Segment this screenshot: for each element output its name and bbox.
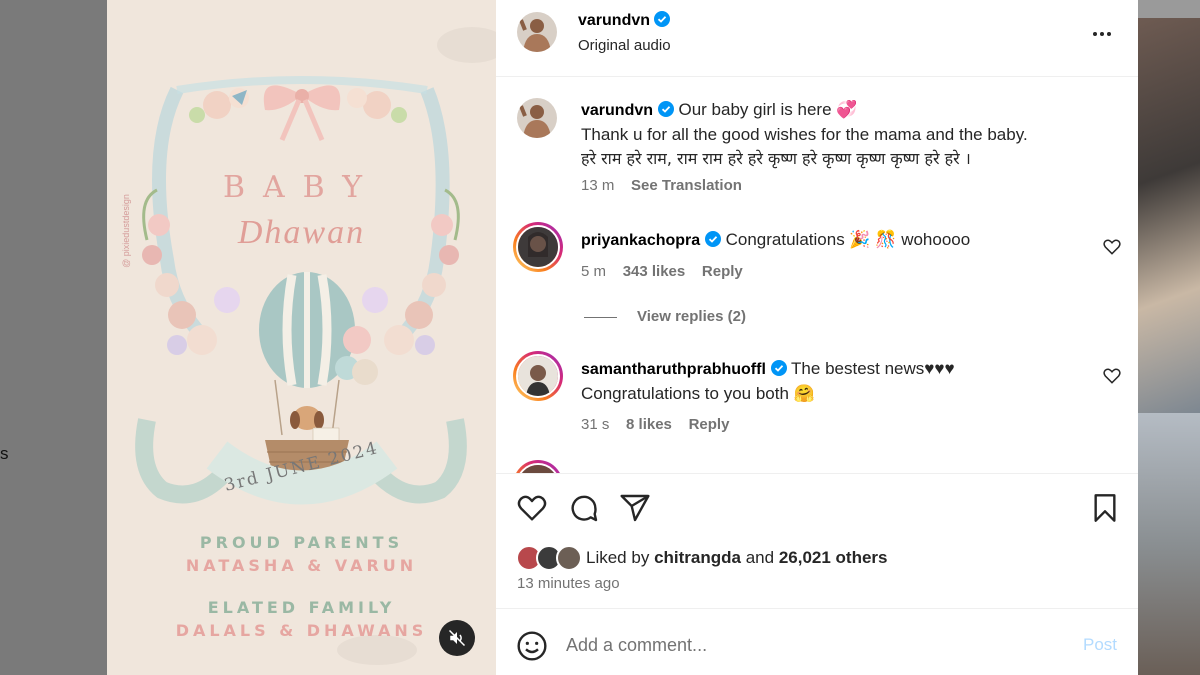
liked-by-prefix: Liked by <box>586 548 650 567</box>
reply-button[interactable]: Reply <box>702 263 743 280</box>
post-image[interactable]: BABY Dhawan @ pixiedustdesign 3rd JUNE 2… <box>107 0 496 675</box>
comment-likes[interactable]: 8 likes <box>626 416 672 433</box>
like-heart-icon[interactable] <box>516 492 548 524</box>
like-comment-heart-icon[interactable] <box>1102 366 1122 386</box>
liked-by-conjunction: and <box>745 548 775 567</box>
avatar[interactable] <box>517 98 557 138</box>
comment-time: 31 s <box>581 416 610 433</box>
caption-meta: 13 m See Translation <box>581 177 742 194</box>
post-detail-panel: varundvn Original audio varundvn Our bab… <box>496 0 1138 675</box>
commenter-avatar[interactable] <box>513 351 563 401</box>
like-comment-heart-icon[interactable] <box>1102 237 1122 257</box>
likes-count-link[interactable]: 26,021 others <box>779 548 888 567</box>
comment-meta: 5 m 343 likes Reply <box>581 263 743 280</box>
header-username-row[interactable]: varundvn <box>578 11 671 30</box>
comment-text: The bestest news♥♥♥ <box>791 359 955 378</box>
verified-badge-icon <box>657 101 674 117</box>
muted-speaker-icon <box>448 629 466 647</box>
save-bookmark-icon[interactable] <box>1089 492 1121 524</box>
post-caption: varundvn Our baby girl is here 💞 Thank u… <box>581 98 1121 171</box>
comment-text: Congratulations 🎉 🎊 wohoooo <box>725 230 971 249</box>
reply-button[interactable]: Reply <box>689 416 730 433</box>
liked-by-avatars[interactable] <box>516 545 582 571</box>
post-actions: Liked by chitrangda and 26,021 others 13… <box>496 473 1138 608</box>
comment-bubble-icon[interactable] <box>568 492 600 524</box>
more-options-icon[interactable] <box>1090 22 1114 46</box>
post-header: varundvn Original audio <box>496 0 1138 77</box>
view-replies-label[interactable]: View replies (2) <box>637 308 746 325</box>
divider <box>584 316 617 318</box>
original-audio-link[interactable]: Original audio <box>578 37 671 54</box>
caption-username[interactable]: varundvn <box>581 102 653 119</box>
comment-input[interactable] <box>566 631 1066 659</box>
comments-list[interactable]: varundvn Our baby girl is here 💞 Thank u… <box>496 77 1138 473</box>
surname-heading: Dhawan <box>237 214 366 251</box>
share-paper-plane-icon[interactable] <box>619 492 651 524</box>
avatar <box>556 545 582 571</box>
verified-badge-icon <box>654 11 671 27</box>
post-comment-button[interactable]: Post <box>1083 635 1117 655</box>
designer-handle: @ pixiedustdesign <box>120 194 131 268</box>
family-names: DALALS & DHAWANS <box>175 621 428 640</box>
emoji-smiley-icon[interactable] <box>516 630 548 662</box>
commenter-avatar[interactable] <box>513 222 563 272</box>
avatar[interactable] <box>517 12 557 52</box>
backdrop-left <box>0 0 107 675</box>
comment-likes[interactable]: 343 likes <box>623 263 686 280</box>
parents-names: NATASHA & VARUN <box>185 556 418 575</box>
proud-parents-label: PROUD PARENTS <box>199 533 404 552</box>
comment-text-line-2: Congratulations to you both 🤗 <box>581 384 815 403</box>
comment-username[interactable]: priyankachopra <box>581 232 700 249</box>
backdrop-right <box>1138 0 1200 675</box>
comment-username[interactable]: samantharuthprabhuoffl <box>581 361 766 378</box>
username[interactable]: varundvn <box>578 12 650 29</box>
comment-meta: 31 s 8 likes Reply <box>581 416 729 433</box>
mute-button[interactable] <box>439 620 475 656</box>
add-comment-bar: Post <box>496 608 1138 675</box>
caption-line-3: हरे राम हरे राम, राम राम हरे हरे कृष्ण ह… <box>581 149 971 168</box>
liked-by-user-link[interactable]: chitrangda <box>654 548 741 567</box>
commenter-avatar[interactable] <box>513 460 563 473</box>
verified-badge-icon <box>770 360 787 376</box>
comment: samantharuthprabhuoffl The bestest news♥… <box>581 357 1091 406</box>
verified-badge-icon <box>704 231 721 247</box>
view-replies-button[interactable]: View replies (2) <box>584 308 746 325</box>
liked-by-text: Liked by chitrangda and 26,021 others <box>586 548 888 568</box>
post-time-ago: 13 minutes ago <box>517 575 620 592</box>
comment: priyankachopra Congratulations 🎉 🎊 wohoo… <box>581 228 1091 253</box>
caption-line-1: Our baby girl is here 💞 <box>678 100 858 119</box>
backdrop-fragment-text: s <box>0 444 9 463</box>
comment-time: 5 m <box>581 263 607 280</box>
baby-heading: BABY <box>222 170 381 205</box>
see-translation-link[interactable]: See Translation <box>631 177 742 194</box>
elated-family-label: ELATED FAMILY <box>207 598 396 617</box>
caption-time: 13 m <box>581 177 615 194</box>
caption-line-2: Thank u for all the good wishes for the … <box>581 125 1028 144</box>
